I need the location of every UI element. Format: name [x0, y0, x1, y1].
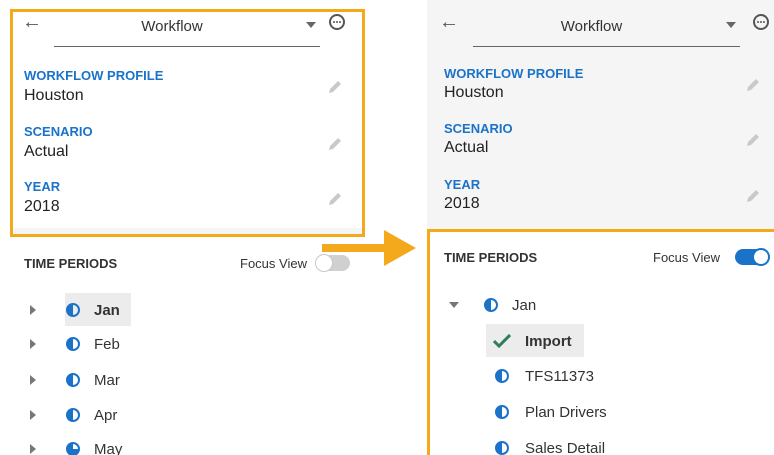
more-horizontal-icon[interactable]	[329, 14, 345, 30]
workflow-step-row-import[interactable]: Import	[427, 327, 774, 355]
workflow-profile-value: Houston	[444, 84, 504, 101]
toggle-knob	[315, 254, 333, 272]
edit-pencil-icon[interactable]	[745, 132, 761, 148]
time-periods-title: TIME PERIODS	[444, 250, 538, 265]
time-period-row-mar[interactable]: Mar	[10, 366, 365, 394]
time-period-row-apr[interactable]: Apr	[10, 401, 365, 429]
half-circle-icon	[495, 405, 509, 419]
workflow-step-label: Import	[525, 333, 572, 350]
left-workflow-select[interactable]: Workflow	[54, 10, 320, 47]
arrow-left-icon[interactable]: ←	[22, 12, 42, 32]
annotation-arrow-shaft	[322, 244, 386, 252]
edit-pencil-icon[interactable]	[745, 77, 761, 93]
caret-down-icon[interactable]	[449, 302, 459, 308]
left-pov-card: ← Workflow WORKFLOW PROFILE Houston SCEN…	[10, 0, 365, 228]
arrow-left-icon[interactable]: ←	[439, 12, 459, 32]
time-period-label: May	[94, 441, 123, 455]
half-circle-icon	[495, 441, 509, 455]
time-period-row-jan[interactable]: Jan	[10, 296, 365, 324]
right-workflow-panel: ← Workflow WORKFLOW PROFILE Houston SCEN…	[427, 0, 774, 455]
scenario-value: Actual	[24, 143, 69, 160]
half-circle-icon	[66, 337, 80, 351]
edit-pencil-icon[interactable]	[327, 191, 343, 207]
right-time-periods-card: TIME PERIODS Focus View Jan Import TFS11…	[427, 230, 774, 455]
workflow-step-label: Sales Detail	[525, 440, 606, 455]
caret-right-icon[interactable]	[30, 444, 36, 454]
left-time-periods-card: TIME PERIODS Focus View Jan Feb Mar Apr	[10, 236, 365, 455]
workflow-step-label: TFS11373	[525, 368, 594, 385]
half-circle-icon	[66, 303, 80, 317]
focus-view-toggle[interactable]	[735, 248, 770, 266]
year-value: 2018	[444, 195, 480, 212]
time-period-label: Jan	[512, 297, 537, 314]
partial-circle-icon	[66, 442, 80, 455]
edit-pencil-icon[interactable]	[327, 79, 343, 95]
right-header: ← Workflow	[427, 0, 774, 50]
half-circle-icon	[495, 369, 509, 383]
edit-pencil-icon[interactable]	[745, 188, 761, 204]
time-periods-title: TIME PERIODS	[24, 256, 118, 271]
scenario-value: Actual	[444, 139, 489, 156]
caret-right-icon[interactable]	[30, 375, 36, 385]
year-label: YEAR	[444, 177, 481, 192]
workflow-step-row-sales-detail[interactable]: Sales Detail	[427, 434, 774, 455]
chevron-down-icon	[726, 22, 736, 28]
scenario-label: SCENARIO	[444, 121, 513, 136]
year-label: YEAR	[24, 179, 61, 194]
focus-view-label: Focus View	[653, 250, 720, 265]
time-period-label: Apr	[94, 407, 118, 424]
toggle-knob	[752, 248, 770, 266]
workflow-select-label: Workflow	[141, 18, 203, 35]
caret-right-icon[interactable]	[30, 305, 36, 315]
workflow-step-label: Plan Drivers	[525, 404, 607, 421]
year-value: 2018	[24, 198, 60, 215]
time-period-label: Mar	[94, 372, 120, 389]
half-circle-icon	[66, 408, 80, 422]
more-horizontal-icon[interactable]	[753, 14, 769, 30]
caret-right-icon[interactable]	[30, 410, 36, 420]
half-circle-icon	[484, 298, 498, 312]
edit-pencil-icon[interactable]	[327, 136, 343, 152]
time-period-row-may[interactable]: May	[10, 435, 365, 455]
focus-view-toggle[interactable]	[315, 254, 350, 272]
half-circle-icon	[66, 373, 80, 387]
workflow-step-row-plan-drivers[interactable]: Plan Drivers	[427, 398, 774, 426]
workflow-profile-value: Houston	[24, 87, 84, 104]
time-period-label: Feb	[94, 336, 120, 353]
scenario-label: SCENARIO	[24, 124, 93, 139]
time-period-row-jan[interactable]: Jan	[427, 291, 774, 319]
check-icon	[493, 334, 511, 348]
time-period-row-feb[interactable]: Feb	[10, 330, 365, 358]
caret-right-icon[interactable]	[30, 339, 36, 349]
workflow-select-label: Workflow	[560, 18, 623, 35]
workflow-step-row-tfs11373[interactable]: TFS11373	[427, 362, 774, 390]
workflow-profile-label: WORKFLOW PROFILE	[444, 66, 584, 81]
arrow-right-icon	[384, 230, 416, 266]
workflow-profile-label: WORKFLOW PROFILE	[24, 68, 164, 83]
left-header: ← Workflow	[10, 0, 365, 50]
left-workflow-panel: ← Workflow WORKFLOW PROFILE Houston SCEN…	[10, 0, 365, 455]
chevron-down-icon	[306, 22, 316, 28]
right-workflow-select[interactable]: Workflow	[473, 10, 740, 47]
focus-view-label: Focus View	[240, 256, 307, 271]
time-period-label: Jan	[94, 302, 120, 319]
